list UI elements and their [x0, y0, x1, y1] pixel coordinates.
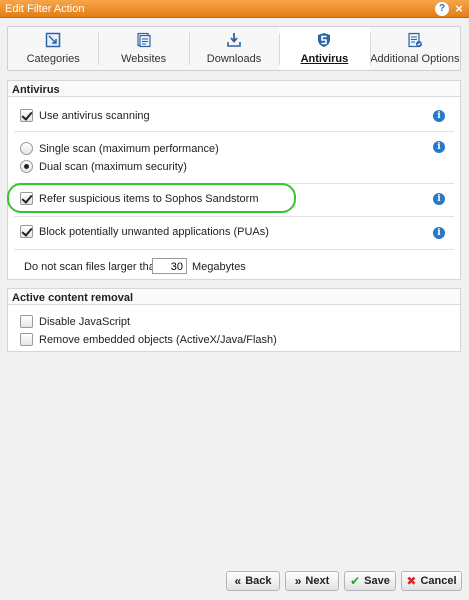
divider	[14, 216, 454, 217]
active-content-panel: Active content removal Disable JavaScrip…	[7, 288, 461, 352]
title-bar: Edit Filter Action ? ×	[0, 0, 469, 18]
antivirus-header: Antivirus	[8, 81, 460, 97]
tab-websites[interactable]: Websites	[98, 27, 188, 70]
save-check-icon: ✔	[350, 574, 361, 588]
dual-scan-radio[interactable]	[20, 160, 33, 173]
window-title: Edit Filter Action	[5, 3, 85, 15]
cancel-x-icon: ✖	[406, 574, 417, 588]
next-icon: »	[294, 574, 302, 588]
active-content-header: Active content removal	[8, 289, 460, 305]
categories-icon	[45, 32, 61, 48]
close-icon[interactable]: ×	[452, 2, 466, 16]
help-icon[interactable]: ?	[435, 2, 449, 16]
back-label: Back	[245, 575, 272, 587]
disable-javascript-label: Disable JavaScript	[39, 316, 131, 328]
single-scan-radio[interactable]	[20, 142, 33, 155]
divider	[14, 131, 454, 132]
tab-antivirus-label: Antivirus	[300, 53, 349, 65]
antivirus-panel: Antivirus Use antivirus scanning i Singl…	[7, 80, 461, 280]
remove-embedded-checkbox[interactable]	[20, 333, 33, 346]
tab-additional-options[interactable]: Additional Options	[369, 27, 460, 70]
tab-downloads-label: Downloads	[206, 53, 262, 65]
sandstorm-checkbox[interactable]	[20, 192, 33, 205]
cancel-button[interactable]: ✖ Cancel	[401, 571, 462, 591]
disable-javascript-checkbox[interactable]	[20, 315, 33, 328]
antivirus-icon	[318, 33, 331, 47]
websites-icon	[137, 32, 151, 48]
tab-downloads[interactable]: Downloads	[188, 27, 279, 70]
cancel-label: Cancel	[420, 575, 457, 587]
tab-categories[interactable]: Categories	[8, 27, 98, 70]
downloads-icon	[227, 33, 241, 47]
back-button[interactable]: « Back	[226, 571, 280, 591]
max-size-input[interactable]	[152, 258, 187, 274]
additional-options-icon	[408, 32, 422, 48]
save-button[interactable]: ✔ Save	[344, 571, 396, 591]
tab-categories-label: Categories	[26, 53, 80, 65]
use-antivirus-label: Use antivirus scanning	[39, 110, 150, 122]
divider	[14, 183, 454, 184]
tab-websites-label: Websites	[121, 53, 167, 65]
dual-scan-label: Dual scan (maximum security)	[39, 161, 187, 173]
info-icon[interactable]: i	[433, 193, 445, 205]
info-icon[interactable]: i	[433, 110, 445, 122]
max-size-unit: Megabytes	[192, 261, 246, 273]
sandstorm-label: Refer suspicious items to Sophos Sandsto…	[39, 193, 259, 205]
tab-antivirus[interactable]: Antivirus	[279, 27, 370, 70]
info-icon[interactable]: i	[433, 227, 445, 239]
use-antivirus-checkbox[interactable]	[20, 109, 33, 122]
divider	[14, 249, 454, 250]
single-scan-label: Single scan (maximum performance)	[39, 143, 219, 155]
next-label: Next	[305, 575, 330, 587]
tab-bar: Categories Websites Downloads Antivirus …	[7, 26, 461, 71]
remove-embedded-label: Remove embedded objects (ActiveX/Java/Fl…	[39, 334, 277, 346]
next-button[interactable]: » Next	[285, 571, 339, 591]
pua-checkbox[interactable]	[20, 225, 33, 238]
tab-additional-options-label: Additional Options	[370, 53, 460, 65]
info-icon[interactable]: i	[433, 141, 445, 153]
pua-label: Block potentially unwanted applications …	[39, 226, 269, 238]
max-size-label: Do not scan files larger than:	[24, 261, 165, 273]
save-label: Save	[364, 575, 390, 587]
back-icon: «	[234, 574, 242, 588]
